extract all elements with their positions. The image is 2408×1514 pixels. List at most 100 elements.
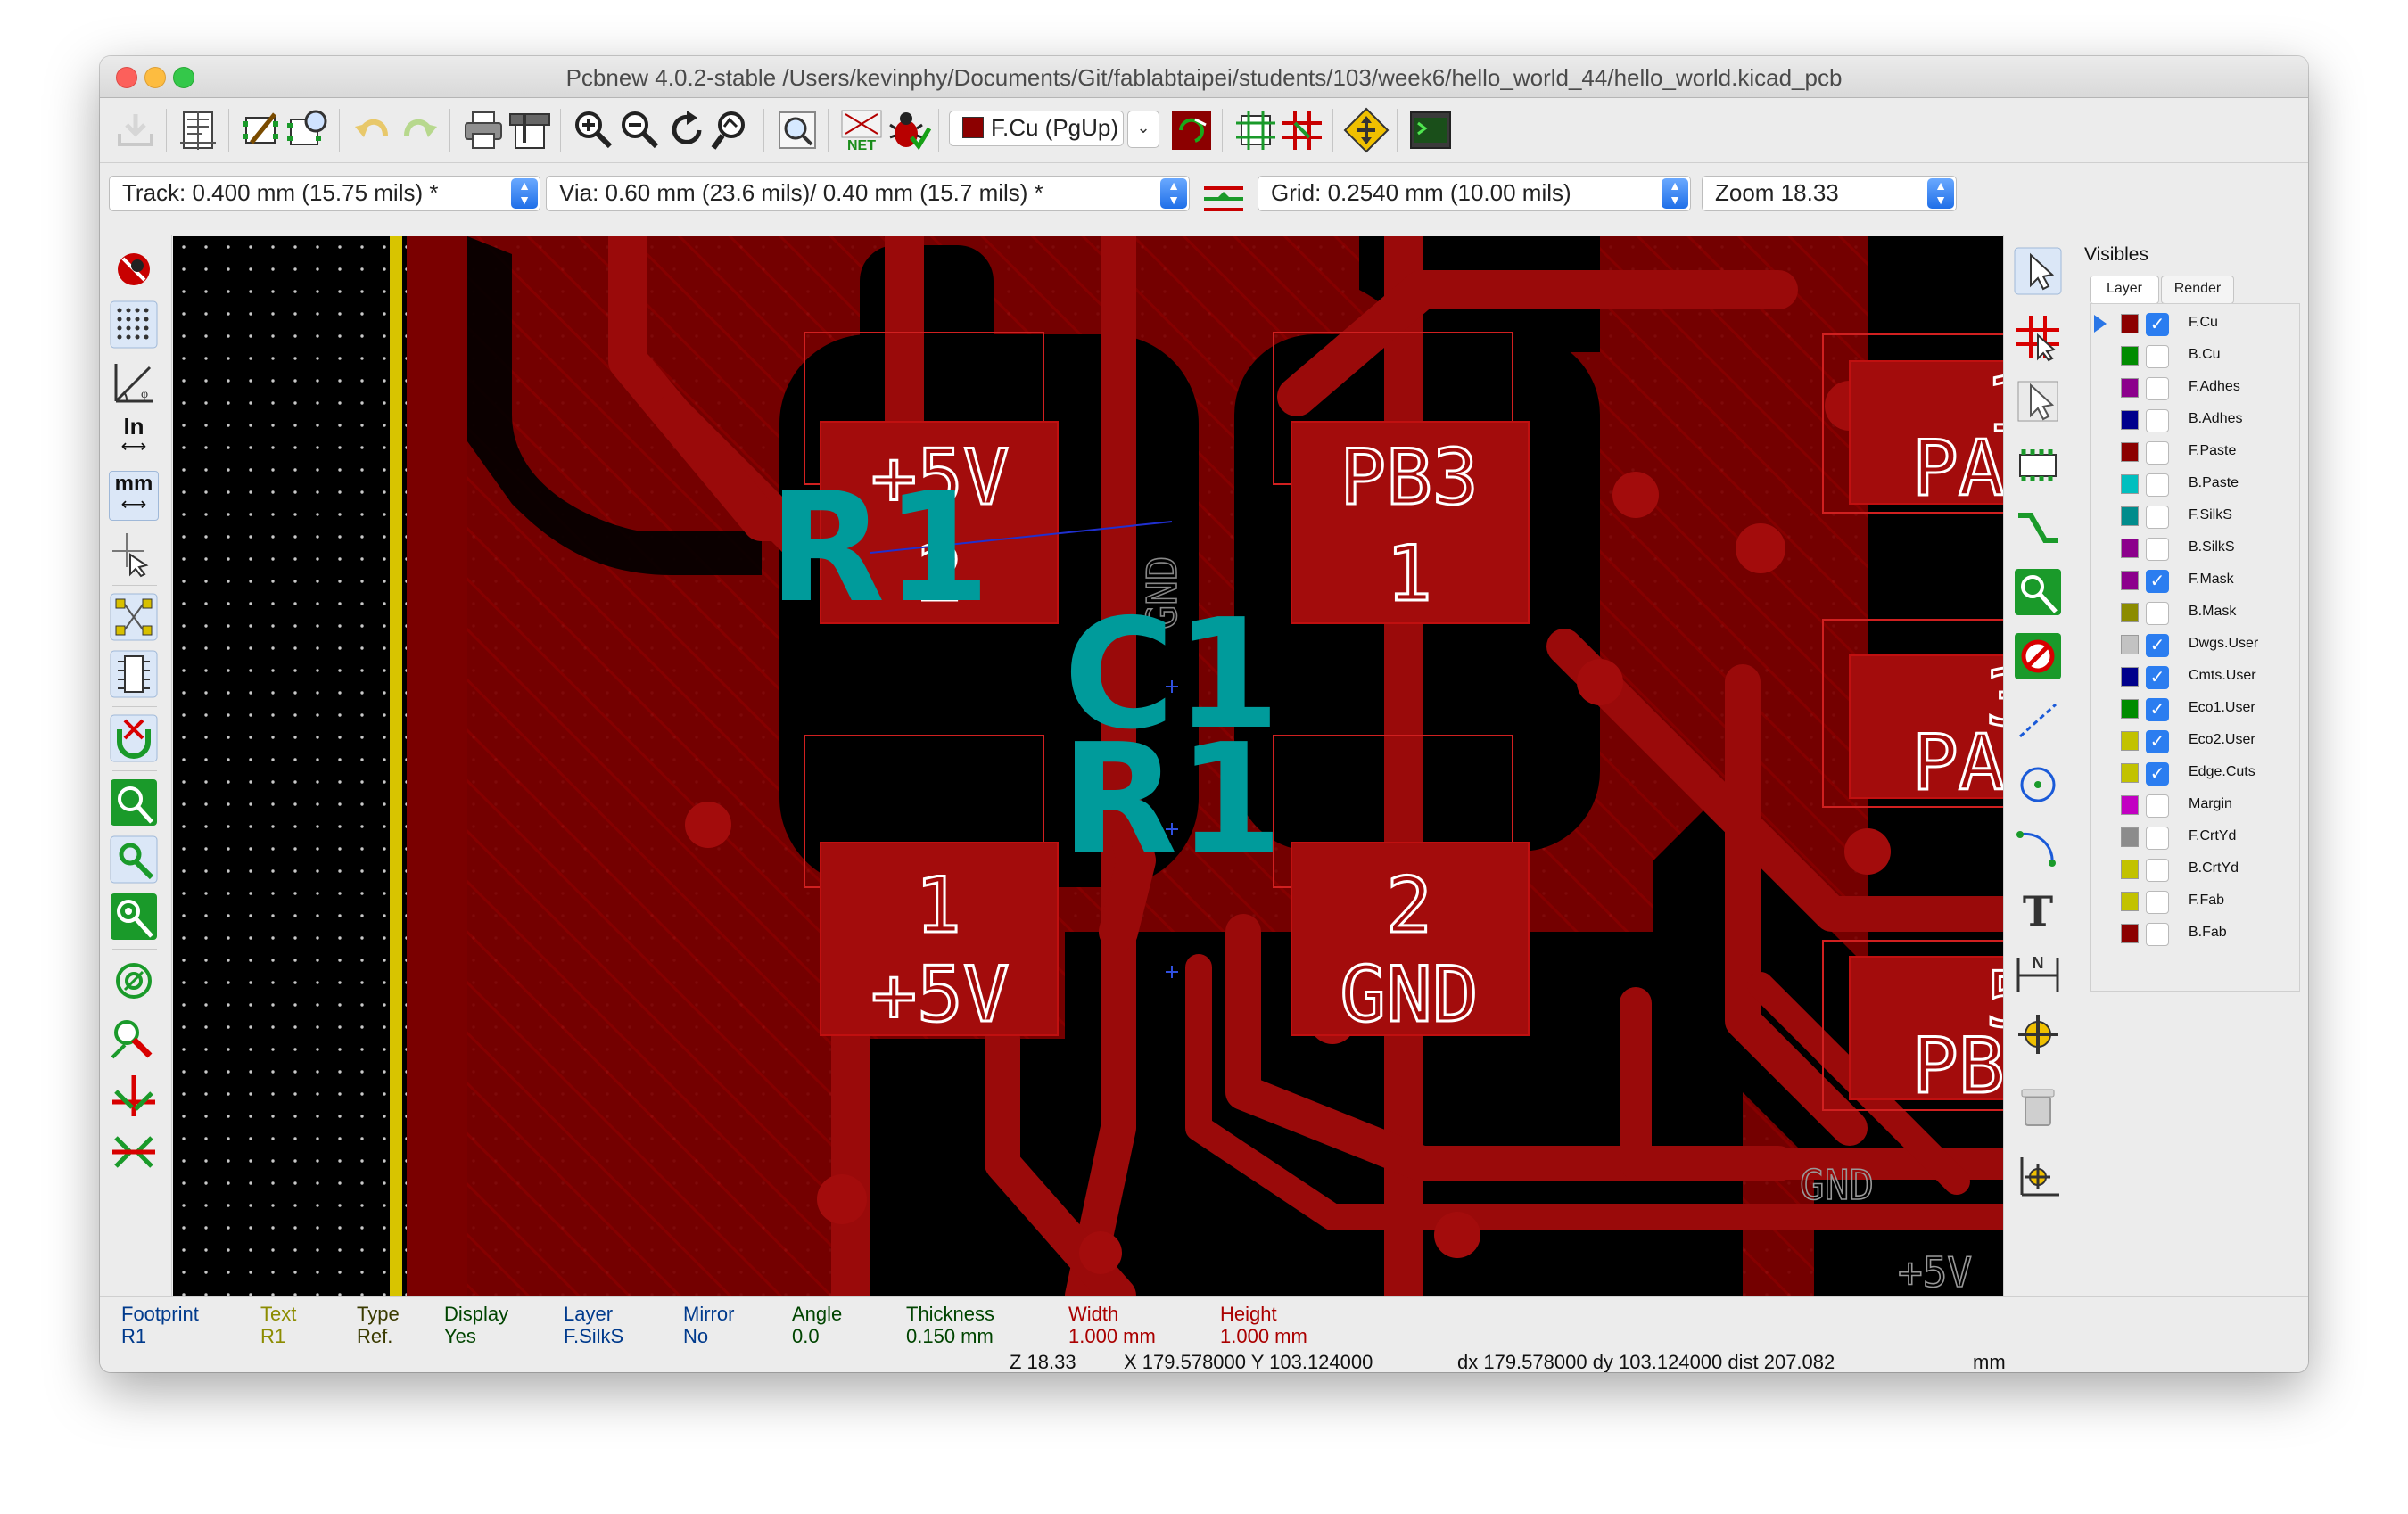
layer-color-swatch[interactable] [2121, 603, 2139, 622]
layer-color-swatch[interactable] [2121, 699, 2139, 719]
ratsnest-toggle-icon[interactable] [109, 592, 159, 642]
layer-color-swatch[interactable] [2121, 410, 2139, 430]
layer-color-swatch[interactable] [2121, 635, 2139, 654]
plot-icon[interactable] [507, 107, 553, 153]
layer-visibility-checkbox[interactable]: ✓ [2146, 634, 2169, 657]
add-line-icon[interactable] [2013, 695, 2063, 745]
layer-visibility-checkbox[interactable] [2146, 345, 2169, 368]
auto-delete-track-icon[interactable] [109, 713, 159, 763]
layer-color-swatch[interactable] [2121, 378, 2139, 398]
keepout-area-icon[interactable] [2013, 631, 2063, 681]
layer-color-swatch[interactable] [2121, 827, 2139, 847]
highlight-net-icon[interactable] [2013, 312, 2063, 362]
layer-color-swatch[interactable] [2121, 763, 2139, 783]
layer-color-swatch[interactable] [2121, 506, 2139, 526]
layer-row[interactable]: B.Adhes [2091, 404, 2299, 436]
layer-visibility-checkbox[interactable] [2146, 923, 2169, 946]
print-icon[interactable] [460, 107, 507, 153]
layer-visibility-checkbox[interactable]: ✓ [2146, 762, 2169, 786]
layer-row[interactable]: F.Fab [2091, 885, 2299, 917]
redraw-icon[interactable] [664, 107, 710, 153]
module-ratsnest-icon[interactable] [109, 649, 159, 699]
tracks-sketch-icon[interactable] [109, 892, 159, 942]
layer-row[interactable]: ✓ Eco1.User [2091, 693, 2299, 725]
add-circle-icon[interactable] [2013, 760, 2063, 810]
zoom-in-icon[interactable] [571, 107, 617, 153]
add-footprint-icon[interactable] [2013, 440, 2063, 490]
layers-manager-icon[interactable] [109, 1127, 159, 1177]
grid-select[interactable]: Grid: 0.2540 mm (10.00 mils) ▲ ▼ [1258, 176, 1691, 211]
scripting-console-icon[interactable] [1407, 107, 1454, 153]
layer-row[interactable]: B.Mask [2091, 597, 2299, 629]
layer-color-swatch[interactable] [2121, 795, 2139, 815]
layer-visibility-checkbox[interactable] [2146, 409, 2169, 432]
zoom-select[interactable]: Zoom 18.33 ▲ ▼ [1702, 176, 1957, 211]
route-tracks-icon[interactable] [2013, 505, 2063, 555]
tab-render[interactable]: Render [2161, 276, 2234, 304]
add-arc-icon[interactable] [2013, 822, 2063, 872]
delete-items-icon[interactable] [2013, 1081, 2063, 1131]
layer-row[interactable]: B.Paste [2091, 468, 2299, 500]
layer-color-swatch[interactable] [2121, 442, 2139, 462]
layer-visibility-checkbox[interactable]: ✓ [2146, 730, 2169, 753]
layer-color-swatch[interactable] [2121, 731, 2139, 751]
read-netlist-icon[interactable]: NET [838, 107, 885, 153]
layer-row[interactable]: F.SilkS [2091, 500, 2299, 532]
via-size-select[interactable]: Via: 0.60 mm (23.6 mils)/ 0.40 mm (15.7 … [546, 176, 1190, 211]
track-width-select[interactable]: Track: 0.400 mm (15.75 mils) * ▲ ▼ [109, 176, 540, 211]
save-board-icon[interactable] [112, 107, 159, 153]
undo-icon[interactable] [350, 107, 396, 153]
add-text-icon[interactable]: T [2013, 885, 2063, 934]
layer-visibility-checkbox[interactable]: ✓ [2146, 666, 2169, 689]
layer-visibility-checkbox[interactable] [2146, 506, 2169, 529]
autorouter-icon[interactable] [1343, 107, 1390, 153]
layer-row[interactable]: ✓ F.Mask [2091, 564, 2299, 597]
layer-row[interactable]: B.CrtYd [2091, 853, 2299, 885]
select-tool-icon[interactable] [2013, 246, 2063, 296]
layer-selector[interactable]: F.Cu (PgUp) [949, 111, 1124, 146]
tab-layer[interactable]: Layer [2090, 276, 2159, 304]
microwave-tools-icon[interactable] [109, 1070, 159, 1120]
layer-color-swatch[interactable] [2121, 892, 2139, 911]
layer-color-swatch[interactable] [2121, 474, 2139, 494]
layer-row[interactable]: B.Cu [2091, 340, 2299, 372]
high-contrast-icon[interactable] [109, 1013, 159, 1063]
layer-row[interactable]: ✓ Cmts.User [2091, 661, 2299, 693]
layer-row[interactable]: Margin [2091, 789, 2299, 821]
layer-pair-icon[interactable] [1168, 107, 1215, 153]
layer-row[interactable]: ✓ Eco2.User [2091, 725, 2299, 757]
grid-toggle-icon[interactable] [109, 300, 159, 350]
layer-visibility-checkbox[interactable]: ✓ [2146, 313, 2169, 336]
layer-row[interactable]: F.Paste [2091, 436, 2299, 468]
layer-row[interactable]: ✓ Dwgs.User [2091, 629, 2299, 661]
polar-coords-icon[interactable]: φ [109, 357, 159, 407]
layer-visibility-checkbox[interactable] [2146, 473, 2169, 497]
auto-track-width-icon[interactable] [1200, 176, 1247, 222]
pcb-canvas[interactable]: +5V 2 PB3 1 1 +5V 2 GND 1 PA 3 PA 5 PB G… [173, 217, 2091, 1315]
layer-visibility-checkbox[interactable] [2146, 538, 2169, 561]
layer-row[interactable]: ✓ F.Cu [2091, 308, 2299, 340]
mode-track-icon[interactable] [1279, 107, 1325, 153]
layer-visibility-checkbox[interactable] [2146, 794, 2169, 818]
layer-visibility-checkbox[interactable] [2146, 859, 2169, 882]
page-settings-icon[interactable] [175, 107, 221, 153]
layer-row[interactable]: F.CrtYd [2091, 821, 2299, 853]
mode-footprint-icon[interactable] [1233, 107, 1279, 153]
layer-color-swatch[interactable] [2121, 924, 2139, 943]
layer-visibility-checkbox[interactable] [2146, 827, 2169, 850]
find-icon[interactable] [774, 107, 821, 153]
layer-row[interactable]: ✓ Edge.Cuts [2091, 757, 2299, 789]
layer-color-swatch[interactable] [2121, 314, 2139, 333]
footprint-editor-icon[interactable] [239, 107, 285, 153]
layer-visibility-checkbox[interactable] [2146, 377, 2169, 400]
layer-row[interactable]: F.Adhes [2091, 372, 2299, 404]
local-ratsnest-icon[interactable] [2013, 376, 2063, 426]
redo-icon[interactable] [396, 107, 442, 153]
layer-color-swatch[interactable] [2121, 667, 2139, 687]
units-inch-button[interactable]: In ⟷ [109, 414, 159, 464]
layer-visibility-checkbox[interactable] [2146, 891, 2169, 914]
layer-visibility-checkbox[interactable]: ✓ [2146, 570, 2169, 593]
pads-sketch-icon[interactable] [109, 778, 159, 827]
add-via-icon[interactable] [2013, 567, 2063, 617]
layer-visibility-checkbox[interactable] [2146, 602, 2169, 625]
